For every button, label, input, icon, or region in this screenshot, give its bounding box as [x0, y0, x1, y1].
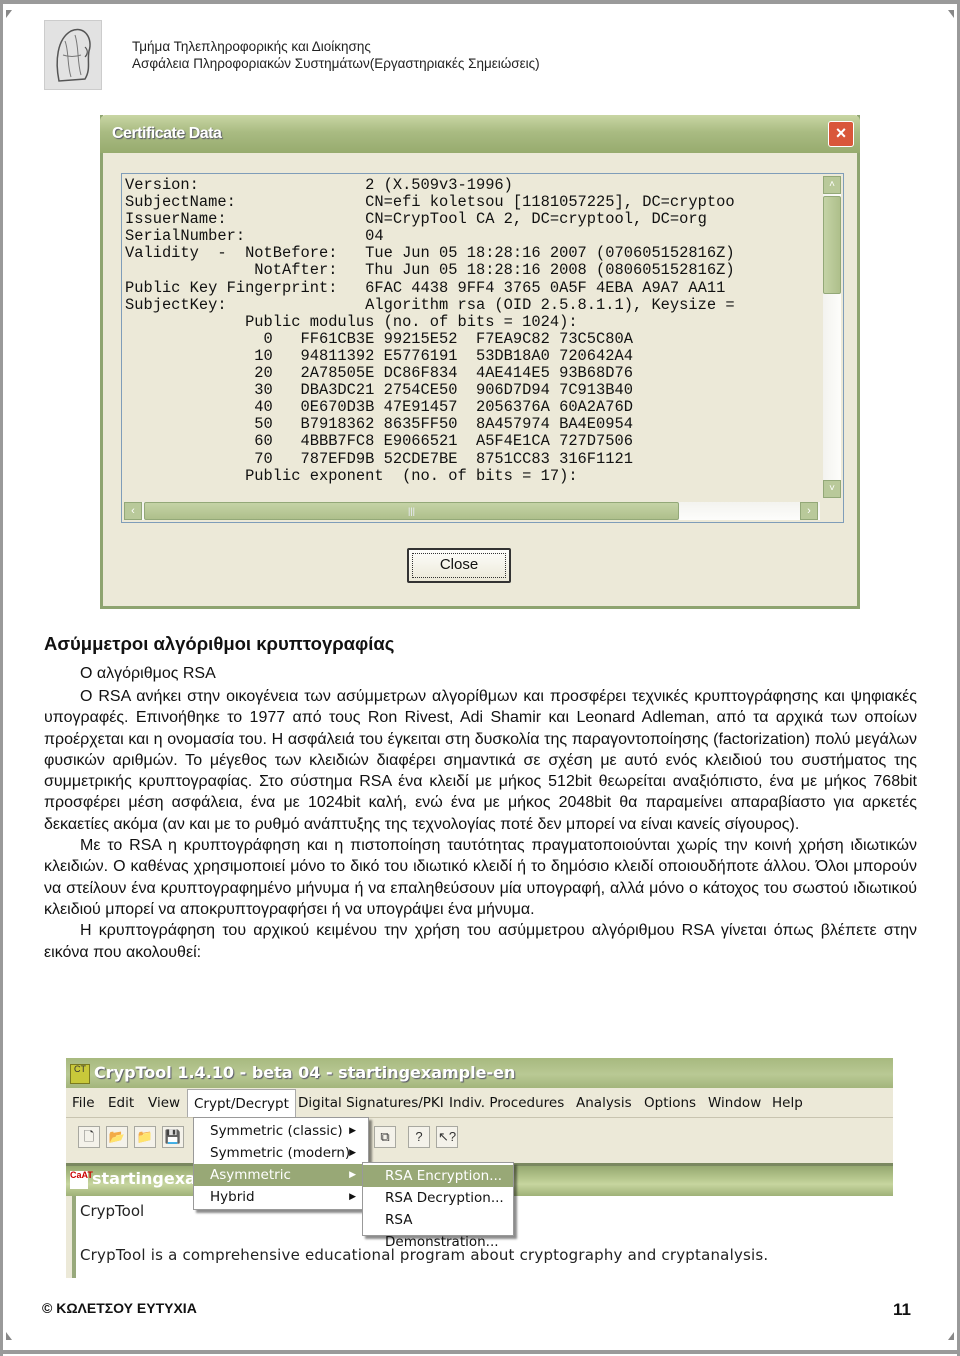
- certificate-line: IssuerName: CN=CrypTool CA 2, DC=cryptoo…: [125, 210, 707, 229]
- horizontal-scrollbar[interactable]: ‹ ||| ›: [124, 502, 820, 520]
- menu-item-label: Symmetric (modern): [210, 1145, 351, 1161]
- footer-author: © ΚΩΛΕΤΣΟΥ ΕΥΤΥΧΙΑ: [42, 1300, 197, 1316]
- cryptool-title: CrypTool 1.4.10 - beta 04 - startingexam…: [94, 1063, 516, 1082]
- menu-item-symmetric-modern[interactable]: Symmetric (modern) ▶: [194, 1142, 368, 1164]
- menu-item-label: RSA Decryption...: [385, 1190, 504, 1206]
- menu-window[interactable]: Window: [708, 1095, 761, 1111]
- menu-item-hybrid[interactable]: Hybrid ▶: [194, 1186, 368, 1208]
- certificate-line: SerialNumber: 04: [125, 227, 384, 246]
- cryptool-app-icon: CT: [70, 1064, 90, 1084]
- page-border-bottom: [0, 1350, 960, 1354]
- new-file-icon[interactable]: 🗋: [78, 1126, 100, 1148]
- menu-options[interactable]: Options: [644, 1095, 696, 1111]
- document-header: Τμήμα Τηλεπληροφορικής και Διοίκησης Ασφ…: [132, 38, 540, 72]
- menu-item-label: Hybrid: [210, 1189, 255, 1205]
- submenu-arrow-icon: ▶: [349, 1192, 356, 1202]
- scroll-up-icon[interactable]: ˄: [823, 176, 841, 194]
- certificate-line: 40 0E670D3B 47E91457 2056376A 60A2A76D: [125, 398, 633, 417]
- paragraph: Η κρυπτογράφηση του αρχικού κειμένου την…: [44, 922, 917, 961]
- certificate-line: 70 787EFD9B 52CDE7BE 8751CC83 316F1121: [125, 449, 633, 468]
- certificate-line: Validity - NotBefore: Tue Jun 05 18:28:1…: [125, 244, 735, 263]
- menu-item-asymmetric[interactable]: Asymmetric ▶: [194, 1164, 368, 1186]
- corner-mark-icon: [948, 10, 954, 18]
- vertical-scrollbar[interactable]: ˄ ˅: [823, 176, 841, 498]
- dialog-titlebar[interactable]: Certificate Data ×: [100, 115, 860, 153]
- menu-bar: File Edit View Crypt/Decrypt Digital Sig…: [66, 1089, 893, 1118]
- page-border-left: [0, 0, 3, 1356]
- menu-edit[interactable]: Edit: [108, 1095, 134, 1111]
- certificate-line: SubjectKey: Algorithm rsa (OID 2.5.8.1.1…: [125, 295, 735, 314]
- asymmetric-submenu: RSA Encryption... RSA Decryption... RSA …: [362, 1162, 514, 1250]
- vertical-scroll-thumb[interactable]: [823, 196, 841, 294]
- horizontal-scroll-thumb[interactable]: |||: [144, 502, 679, 520]
- certificate-line: 20 2A78505E DC86F834 4AE414E5 93B68D76: [125, 364, 633, 383]
- certificate-line: 10 94811392 E5776191 53DB18A0 720642A4: [125, 346, 633, 365]
- scroll-down-icon[interactable]: ˅: [823, 480, 841, 498]
- menu-item-label: Symmetric (classic): [210, 1123, 343, 1139]
- certificate-line: Public modulus (no. of bits = 1024):: [125, 312, 578, 331]
- editor-line: CrypTool: [80, 1202, 145, 1220]
- open-folder-icon[interactable]: 📂: [106, 1126, 128, 1148]
- page-number: 11: [893, 1300, 911, 1319]
- certificate-line: Version: 2 (X.509v3-1996): [125, 177, 513, 194]
- page-border-top: [0, 0, 960, 4]
- menu-help[interactable]: Help: [772, 1095, 803, 1111]
- certificate-line: Public exponent (no. of bits = 17):: [125, 466, 578, 485]
- certificate-data-dialog: Certificate Data × Version: 2 (X.509v3-1…: [100, 115, 860, 609]
- certificate-line: 50 B7918362 8635FF50 8A457974 BA4E0954: [125, 415, 633, 434]
- subsection-title: Ο αλγόριθμος RSA: [80, 665, 216, 682]
- menu-item-symmetric-classic[interactable]: Symmetric (classic) ▶: [194, 1120, 368, 1142]
- save-icon[interactable]: 💾: [162, 1126, 184, 1148]
- menu-file[interactable]: File: [72, 1095, 95, 1111]
- window-tile-icon[interactable]: ⧉: [374, 1126, 396, 1148]
- section-title: Ασύμμετροι αλγόριθμοι κρυπτογραφίας: [44, 633, 395, 654]
- body-text: Ο RSA ανήκει στην οικογένεια των ασύμμετ…: [44, 686, 917, 963]
- certificate-line: 0 FF61CB3E 99215E52 F7EA9C82 73C5C80A: [125, 329, 633, 348]
- submenu-arrow-icon: ▶: [349, 1170, 356, 1180]
- portrait-logo-icon: [44, 20, 102, 90]
- menu-digital-signatures[interactable]: Digital Signatures/PKI: [298, 1095, 444, 1111]
- certificate-line: 30 DBA3DC21 2754CE50 906D7D94 7C913B40: [125, 381, 633, 400]
- close-icon[interactable]: ×: [828, 121, 854, 147]
- submenu-arrow-icon: ▶: [349, 1148, 356, 1158]
- crypt-decrypt-dropdown: Symmetric (classic) ▶ Symmetric (modern) ▶…: [193, 1117, 369, 1210]
- cryptool-titlebar[interactable]: CT CrypTool 1.4.10 - beta 04 - startinge…: [66, 1058, 893, 1088]
- submenu-arrow-icon: ▶: [349, 1126, 356, 1136]
- menu-item-rsa-demonstration[interactable]: RSA Demonstration...: [363, 1209, 513, 1250]
- department-name: Τμήμα Τηλεπληροφορικής και Διοίκησης: [132, 39, 371, 54]
- dialog-title: Certificate Data: [112, 125, 222, 142]
- menu-indiv-procedures[interactable]: Indiv. Procedures: [449, 1095, 564, 1111]
- menu-item-label: RSA Demonstration...: [385, 1212, 499, 1250]
- toolbar: 🗋 📂 📁 💾 ⧉ ? ↖?: [66, 1118, 893, 1156]
- certificate-line: NotAfter: Thu Jun 05 18:28:16 2008 (0806…: [125, 261, 735, 280]
- paragraph: Με το RSA η κρυπτογράφηση και η πιστοποί…: [44, 837, 917, 918]
- paragraph: Ο RSA ανήκει στην οικογένεια των ασύμμετ…: [44, 688, 917, 833]
- certificate-line: Public Key Fingerprint: 6FAC 4438 9FF4 3…: [125, 278, 726, 297]
- corner-mark-icon: [6, 10, 12, 18]
- course-title: Ασφάλεια Πληροφοριακών Συστημάτων(Εργαστ…: [132, 56, 540, 71]
- scroll-left-icon[interactable]: ‹: [124, 502, 142, 520]
- document-icon: CaAT: [70, 1171, 93, 1189]
- menu-item-rsa-encryption[interactable]: RSA Encryption...: [363, 1165, 513, 1187]
- corner-mark-icon: [948, 1332, 954, 1340]
- menu-analysis[interactable]: Analysis: [576, 1095, 632, 1111]
- menu-view[interactable]: View: [148, 1095, 180, 1111]
- certificate-content: Version: 2 (X.509v3-1996) SubjectName: CN…: [125, 177, 817, 499]
- scroll-right-icon[interactable]: ›: [800, 502, 818, 520]
- open-recent-icon[interactable]: 📁: [134, 1126, 156, 1148]
- menu-item-label: Asymmetric: [210, 1167, 291, 1183]
- corner-mark-icon: [6, 1332, 12, 1340]
- certificate-textbox[interactable]: Version: 2 (X.509v3-1996) SubjectName: CN…: [121, 173, 844, 523]
- help-icon[interactable]: ?: [408, 1126, 430, 1148]
- certificate-line: SubjectName: CN=efi koletsou [1181057225…: [125, 193, 735, 212]
- cryptool-window: CT CrypTool 1.4.10 - beta 04 - startinge…: [66, 1058, 893, 1278]
- close-button[interactable]: Close: [407, 548, 511, 583]
- context-help-icon[interactable]: ↖?: [436, 1126, 458, 1148]
- menu-item-rsa-decryption[interactable]: RSA Decryption...: [363, 1187, 513, 1209]
- certificate-line: 60 4BBB7FC8 E9066521 A5F4E1CA 727D7506: [125, 432, 633, 451]
- menu-crypt-decrypt[interactable]: Crypt/Decrypt: [187, 1089, 296, 1117]
- menu-item-label: RSA Encryption...: [385, 1168, 503, 1184]
